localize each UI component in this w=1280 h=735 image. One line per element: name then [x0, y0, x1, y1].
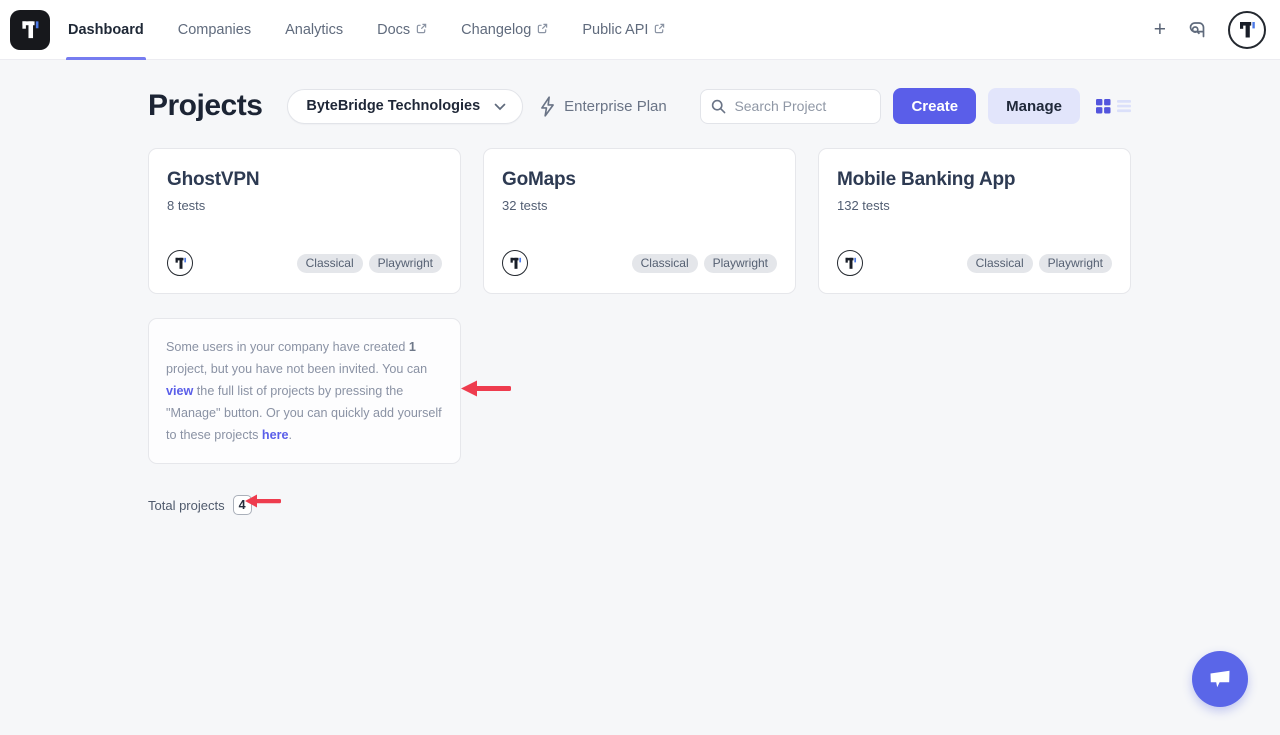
nav-item-analytics[interactable]: Analytics [285, 0, 343, 60]
create-button[interactable]: Create [893, 88, 976, 124]
notice-text: the full list of projects by pressing th… [166, 384, 442, 442]
user-avatar[interactable] [1228, 11, 1266, 49]
badge-classical: Classical [967, 254, 1033, 273]
notice-text: project, but you have not been invited. … [166, 362, 427, 376]
view-link[interactable]: view [166, 384, 193, 398]
project-name: GoMaps [502, 169, 777, 191]
manage-button[interactable]: Manage [988, 88, 1080, 124]
top-navigation-bar: Dashboard Companies Analytics Docs Chang… [0, 0, 1280, 60]
search-icon [711, 99, 726, 114]
plan-name: Enterprise Plan [564, 98, 667, 115]
badge-playwright: Playwright [704, 254, 777, 273]
grid-view-icon[interactable] [1096, 99, 1111, 114]
app-logo[interactable] [10, 10, 50, 50]
nav-label: Docs [377, 22, 410, 38]
project-card-ghostvpn[interactable]: GhostVPN 8 tests Classical Playwright [148, 148, 461, 294]
nav-label: Changelog [461, 22, 531, 38]
uninvited-projects-notice: Some users in your company have created … [148, 318, 461, 464]
notice-project-count: 1 [409, 340, 416, 354]
topbar-actions: + [1154, 11, 1266, 49]
notice-text: . [289, 428, 293, 442]
project-cards: GhostVPN 8 tests Classical Playwright Go… [148, 148, 1131, 294]
project-test-count: 132 tests [837, 198, 1112, 213]
speech-bubble-icon [1207, 667, 1233, 691]
nav-item-changelog[interactable]: Changelog [461, 0, 548, 60]
projects-summary: Total projects 4 [148, 495, 1131, 515]
project-name: Mobile Banking App [837, 169, 1112, 191]
main-nav: Dashboard Companies Analytics Docs Chang… [68, 0, 665, 60]
notice-text: Some users in your company have created [166, 340, 409, 354]
project-name: GhostVPN [167, 169, 442, 191]
total-projects-label: Total projects [148, 498, 225, 513]
project-search [700, 89, 881, 124]
nav-item-docs[interactable]: Docs [377, 0, 427, 60]
view-toggles [1096, 99, 1131, 114]
annotation-arrow-notice [459, 379, 512, 403]
lightning-icon [539, 96, 556, 117]
chat-widget-button[interactable] [1192, 651, 1248, 707]
global-search-icon[interactable] [1187, 20, 1207, 40]
project-test-count: 32 tests [502, 198, 777, 213]
nav-item-companies[interactable]: Companies [178, 0, 251, 60]
project-card-mobile-banking-app[interactable]: Mobile Banking App 132 tests Classical P… [818, 148, 1131, 294]
chevron-down-icon [494, 103, 506, 111]
nav-label: Public API [582, 22, 648, 38]
external-link-icon [537, 23, 548, 34]
external-link-icon [654, 23, 665, 34]
list-view-icon[interactable] [1117, 99, 1131, 113]
projects-header: Projects ByteBridge Technologies Enterpr… [148, 88, 1131, 124]
company-selector-value: ByteBridge Technologies [306, 98, 480, 114]
plan-indicator: Enterprise Plan [539, 96, 667, 117]
nav-label: Companies [178, 22, 251, 38]
badge-playwright: Playwright [369, 254, 442, 273]
main-content: Projects ByteBridge Technologies Enterpr… [148, 88, 1131, 515]
nav-item-dashboard[interactable]: Dashboard [68, 0, 144, 60]
project-logo-icon [502, 250, 528, 276]
company-selector[interactable]: ByteBridge Technologies [287, 89, 523, 124]
search-input[interactable] [734, 98, 870, 114]
badge-classical: Classical [632, 254, 698, 273]
nav-label: Dashboard [68, 22, 144, 38]
external-link-icon [416, 23, 427, 34]
project-logo-icon [837, 250, 863, 276]
nav-item-public-api[interactable]: Public API [582, 0, 665, 60]
here-link[interactable]: here [262, 428, 289, 442]
project-card-gomaps[interactable]: GoMaps 32 tests Classical Playwright [483, 148, 796, 294]
t-logo-icon [17, 17, 43, 43]
badge-playwright: Playwright [1039, 254, 1112, 273]
add-button[interactable]: + [1154, 19, 1166, 40]
annotation-arrow-total [244, 493, 282, 514]
page-title: Projects [148, 89, 262, 123]
project-test-count: 8 tests [167, 198, 442, 213]
badge-classical: Classical [297, 254, 363, 273]
nav-label: Analytics [285, 22, 343, 38]
project-logo-icon [167, 250, 193, 276]
t-logo-icon [1235, 18, 1259, 42]
